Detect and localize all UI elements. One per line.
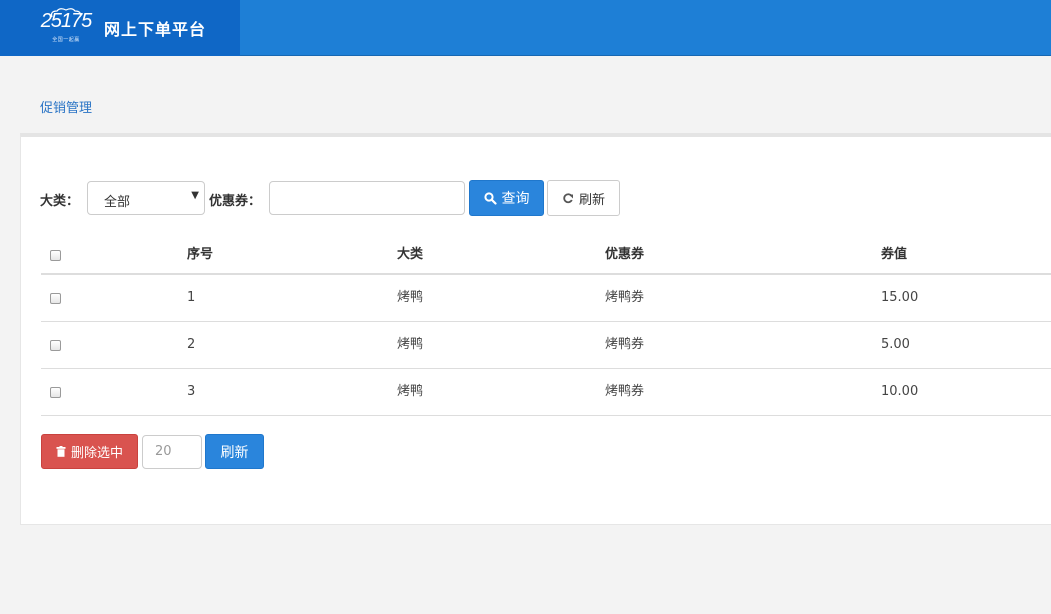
row-checkbox[interactable] <box>50 293 61 304</box>
search-button[interactable]: 查询 <box>469 180 544 216</box>
coupon-label: 优惠券： <box>209 194 262 209</box>
search-button-label: 查询 <box>501 191 530 207</box>
delete-selected-button[interactable]: 删除选中 <box>41 434 138 469</box>
cell-coupon: 烤鸭券 <box>605 337 645 352</box>
refresh-button[interactable]: 刷新 <box>547 180 620 216</box>
category-select-value: 全部 <box>104 195 131 210</box>
page-size-value: 20 <box>155 444 172 459</box>
footer-refresh-label: 刷新 <box>220 444 249 461</box>
cell-index: 2 <box>187 337 196 352</box>
column-header-coupon: 优惠券 <box>605 247 645 262</box>
logo-text: 25175 <box>40 10 93 32</box>
column-header-value: 券值 <box>881 247 908 262</box>
table-row: 1 烤鸭 烤鸭券 15.00 <box>41 275 1051 322</box>
breadcrumb[interactable]: 促销管理 <box>40 97 92 116</box>
table-row: 3 烤鸭 烤鸭券 10.00 <box>41 369 1051 416</box>
top-bar: 25175 全国一起赢 网上下单平台 <box>0 0 1051 56</box>
cell-value: 10.00 <box>881 384 919 399</box>
cell-index: 3 <box>187 384 196 399</box>
cell-value: 15.00 <box>881 290 919 305</box>
row-checkbox[interactable] <box>50 340 61 351</box>
content-panel: 大类： 全部 ▼ 优惠券： 查询 刷新 序号 大类 优惠券 券值 1 烤鸭 烤鸭… <box>20 133 1051 525</box>
cell-category: 烤鸭 <box>397 384 424 399</box>
table-header: 序号 大类 优惠券 券值 <box>41 237 1051 275</box>
search-icon <box>483 191 497 205</box>
column-header-category: 大类 <box>397 247 424 262</box>
cell-category: 烤鸭 <box>397 290 424 305</box>
trash-icon <box>56 446 66 457</box>
cell-category: 烤鸭 <box>397 337 424 352</box>
cell-coupon: 烤鸭券 <box>605 384 645 399</box>
delete-selected-label: 删除选中 <box>70 446 123 461</box>
cell-coupon: 烤鸭券 <box>605 290 645 305</box>
footer-refresh-button[interactable]: 刷新 <box>205 434 264 469</box>
logo-subtext: 全国一起赢 <box>52 37 80 43</box>
category-label: 大类： <box>40 194 80 209</box>
app-title: 网上下单平台 <box>104 20 207 39</box>
page-size-input[interactable]: 20 <box>142 435 202 469</box>
refresh-button-label: 刷新 <box>578 192 605 208</box>
caret-down-icon: ▼ <box>191 190 199 201</box>
cell-index: 1 <box>187 290 196 305</box>
select-all-checkbox[interactable] <box>50 250 61 261</box>
coupon-input[interactable] <box>269 181 465 215</box>
row-checkbox[interactable] <box>50 387 61 398</box>
cell-value: 5.00 <box>881 337 910 352</box>
category-select[interactable]: 全部 ▼ <box>87 181 205 215</box>
column-header-index: 序号 <box>187 247 214 262</box>
logo: 25175 全国一起赢 <box>40 8 92 46</box>
refresh-icon <box>562 192 574 204</box>
table-row: 2 烤鸭 烤鸭券 5.00 <box>41 322 1051 369</box>
brand-area[interactable]: 25175 全国一起赢 网上下单平台 <box>0 0 240 56</box>
